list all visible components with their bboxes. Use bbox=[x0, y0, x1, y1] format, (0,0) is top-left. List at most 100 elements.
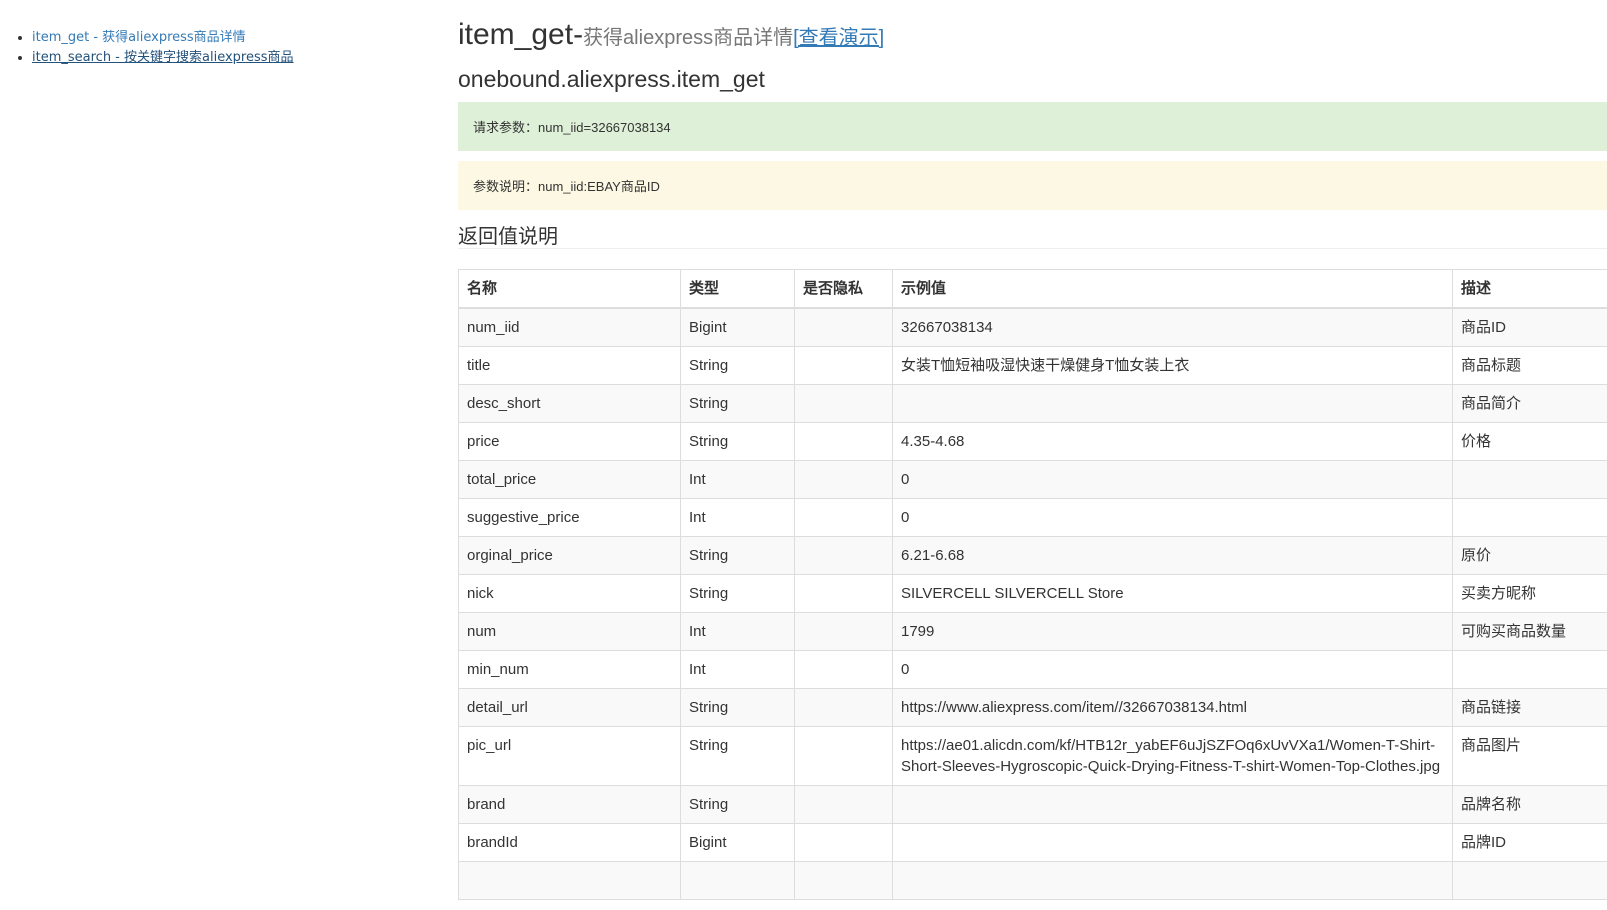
cell-name: price bbox=[458, 422, 681, 461]
cell-type bbox=[680, 861, 795, 900]
cell-private bbox=[794, 422, 893, 461]
return-values-table: 名称 类型 是否隐私 示例值 描述 num_iid Bigint 32667038… bbox=[458, 269, 1607, 900]
cell-private bbox=[794, 536, 893, 575]
demo-link[interactable]: [查看演示] bbox=[793, 27, 884, 49]
cell-type: String bbox=[680, 574, 795, 613]
bullet-icon bbox=[18, 36, 22, 40]
cell-type: Int bbox=[680, 612, 795, 651]
cell-name: suggestive_price bbox=[458, 498, 681, 537]
cell-type: String bbox=[680, 422, 795, 461]
cell-desc bbox=[1452, 861, 1607, 900]
cell-private bbox=[794, 650, 893, 689]
cell-desc: 可购买商品数量 bbox=[1452, 612, 1607, 651]
table-row: min_num Int 0 bbox=[458, 650, 1607, 689]
cell-desc: 商品ID bbox=[1452, 307, 1607, 347]
cell-type: Bigint bbox=[680, 307, 795, 347]
cell-example: 6.21-6.68 bbox=[892, 536, 1453, 575]
table-body: num_iid Bigint 32667038134 商品ID title String… bbox=[458, 307, 1607, 900]
cell-example: 0 bbox=[892, 460, 1453, 499]
table-row: detail_url String https://www.aliexpress.… bbox=[458, 688, 1607, 727]
api-list: item_get - 获得aliexpress商品详情 item_search … bbox=[18, 28, 294, 68]
cell-name: total_price bbox=[458, 460, 681, 499]
cell-private bbox=[794, 498, 893, 537]
cell-desc bbox=[1452, 498, 1607, 537]
table-row: brandId Bigint 品牌ID bbox=[458, 823, 1607, 862]
cell-private bbox=[794, 307, 893, 347]
section-divider bbox=[458, 248, 1607, 249]
cell-example: 32667038134 bbox=[892, 307, 1453, 347]
cell-type: String bbox=[680, 536, 795, 575]
cell-desc: 商品链接 bbox=[1452, 688, 1607, 727]
cell-type: String bbox=[680, 384, 795, 423]
bullet-icon bbox=[18, 56, 22, 60]
item-get-link[interactable]: item_get - 获得aliexpress商品详情 bbox=[32, 30, 246, 45]
sidebar-item-item-search: item_search - 按关键字搜索aliexpress商品 bbox=[18, 48, 294, 68]
cell-desc: 原价 bbox=[1452, 536, 1607, 575]
page: item_get - 获得aliexpress商品详情 item_search … bbox=[0, 0, 1607, 910]
table-row: brand String 品牌名称 bbox=[458, 785, 1607, 824]
cell-private bbox=[794, 384, 893, 423]
cell-name: num bbox=[458, 612, 681, 651]
cell-desc: 买卖方昵称 bbox=[1452, 574, 1607, 613]
cell-name: detail_url bbox=[458, 688, 681, 727]
cell-name: pic_url bbox=[458, 726, 681, 786]
cell-desc bbox=[1452, 650, 1607, 689]
cell-private bbox=[794, 612, 893, 651]
cell-example: 4.35-4.68 bbox=[892, 422, 1453, 461]
api-name: onebound.aliexpress.item_get bbox=[458, 66, 765, 92]
cell-desc: 品牌ID bbox=[1452, 823, 1607, 862]
cell-example bbox=[892, 384, 1453, 423]
cell-name bbox=[458, 861, 681, 900]
sidebar-item-item-get: item_get - 获得aliexpress商品详情 bbox=[18, 28, 294, 48]
item-search-link[interactable]: item_search - 按关键字搜索aliexpress商品 bbox=[32, 50, 294, 65]
cell-type: Int bbox=[680, 650, 795, 689]
header-example: 示例值 bbox=[892, 269, 1453, 309]
table-row: suggestive_price Int 0 bbox=[458, 498, 1607, 537]
cell-example: https://ae01.alicdn.com/kf/HTB12r_yabEF6… bbox=[892, 726, 1453, 786]
cell-name: brand bbox=[458, 785, 681, 824]
cell-type: Int bbox=[680, 498, 795, 537]
table-row: pic_url String https://ae01.alicdn.com/kf… bbox=[458, 726, 1607, 786]
table-row: orginal_price String 6.21-6.68 原价 bbox=[458, 536, 1607, 575]
cell-type: String bbox=[680, 346, 795, 385]
cell-example bbox=[892, 861, 1453, 900]
cell-type: String bbox=[680, 785, 795, 824]
return-values-heading: 返回值说明 bbox=[458, 226, 558, 248]
cell-private bbox=[794, 688, 893, 727]
cell-desc: 商品简介 bbox=[1452, 384, 1607, 423]
page-title-sub: 获得aliexpress商品详情 bbox=[583, 27, 794, 49]
cell-private bbox=[794, 574, 893, 613]
cell-private bbox=[794, 460, 893, 499]
page-title-main: item_get- bbox=[458, 18, 584, 51]
header-desc: 描述 bbox=[1452, 269, 1607, 309]
cell-example: 女装T恤短袖吸湿快速干燥健身T恤女装上衣 bbox=[892, 346, 1453, 385]
cell-type: Int bbox=[680, 460, 795, 499]
cell-example: SILVERCELL SILVERCELL Store bbox=[892, 574, 1453, 613]
table-row: price String 4.35-4.68 价格 bbox=[458, 422, 1607, 461]
cell-example: 0 bbox=[892, 650, 1453, 689]
cell-name: title bbox=[458, 346, 681, 385]
cell-name: nick bbox=[458, 574, 681, 613]
cell-example bbox=[892, 785, 1453, 824]
return-values-table-wrap: 名称 类型 是否隐私 示例值 描述 num_iid Bigint 32667038… bbox=[458, 269, 1607, 910]
header-name: 名称 bbox=[458, 269, 681, 309]
cell-type: String bbox=[680, 688, 795, 727]
page-title: item_get-获得aliexpress商品详情[查看演示] bbox=[458, 14, 884, 52]
table-header-row: 名称 类型 是否隐私 示例值 描述 bbox=[458, 269, 1607, 309]
cell-desc: 商品标题 bbox=[1452, 346, 1607, 385]
table-row: nick String SILVERCELL SILVERCELL Store 买卖… bbox=[458, 574, 1607, 613]
cell-name: num_iid bbox=[458, 307, 681, 347]
cell-name: desc_short bbox=[458, 384, 681, 423]
request-params-text: 请求参数：num_iid=32667038134 bbox=[473, 120, 671, 135]
table-row: desc_short String 商品简介 bbox=[458, 384, 1607, 423]
cell-type: Bigint bbox=[680, 823, 795, 862]
cell-example bbox=[892, 823, 1453, 862]
table-row bbox=[458, 861, 1607, 900]
cell-desc: 价格 bbox=[1452, 422, 1607, 461]
cell-example: https://www.aliexpress.com/item//3266703… bbox=[892, 688, 1453, 727]
table-row: title String 女装T恤短袖吸湿快速干燥健身T恤女装上衣 商品标题 bbox=[458, 346, 1607, 385]
cell-name: brandId bbox=[458, 823, 681, 862]
cell-desc bbox=[1452, 460, 1607, 499]
cell-name: min_num bbox=[458, 650, 681, 689]
param-desc-text: 参数说明：num_iid:EBAY商品ID bbox=[473, 179, 660, 194]
